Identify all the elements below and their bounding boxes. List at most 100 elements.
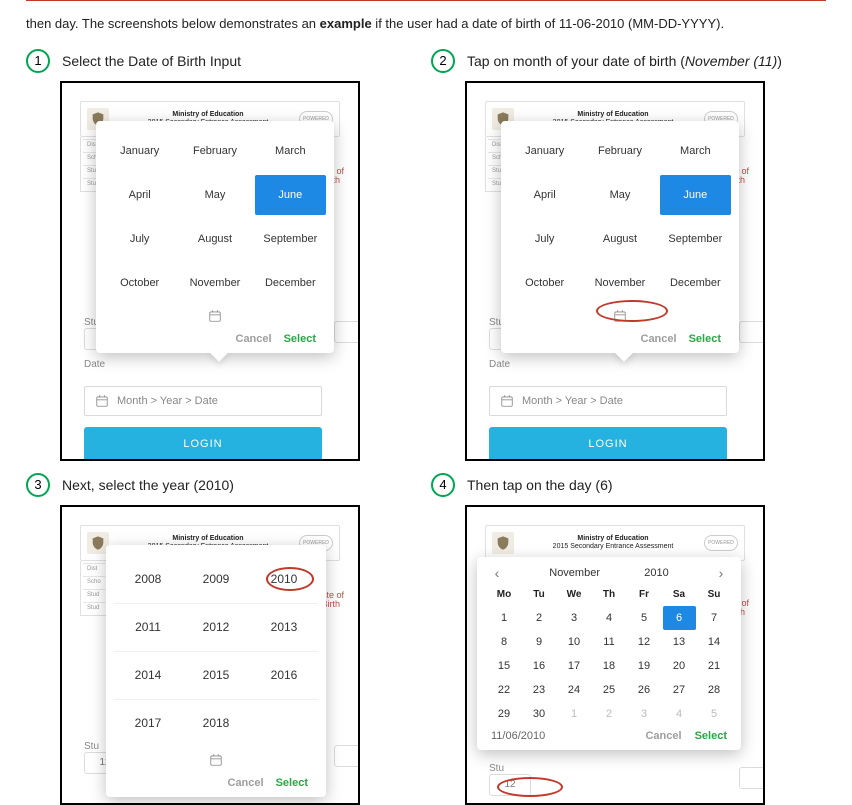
month-option-june[interactable]: June [255,175,326,215]
day-cell[interactable]: 1 [488,606,521,630]
month-option-august[interactable]: August [584,219,655,259]
month-option-january[interactable]: January [104,131,175,171]
cancel-button[interactable]: Cancel [645,730,681,742]
month-option-may[interactable]: May [584,175,655,215]
day-cell[interactable]: 20 [663,654,696,678]
day-cell[interactable]: 14 [698,630,731,654]
day-cell: 2 [593,702,626,726]
month-option-april[interactable]: April [509,175,580,215]
day-cell[interactable]: 6 [663,606,696,630]
calendar-icon [95,394,109,408]
cancel-button[interactable]: Cancel [228,777,264,789]
weekday-header: Su [698,585,731,606]
month-option-december[interactable]: December [255,263,326,303]
month-option-october[interactable]: October [104,263,175,303]
app-header: Ministry of Education2015 Secondary Entr… [485,525,745,561]
next-month-button[interactable]: › [713,565,729,581]
calendar-year-label[interactable]: 2010 [644,567,668,579]
step-number-badge: 4 [431,473,455,497]
day-cell[interactable]: 10 [558,630,591,654]
dob-input[interactable]: Month > Year > Date [489,386,727,416]
select-button[interactable]: Select [689,333,721,345]
cancel-button[interactable]: Cancel [641,333,677,345]
month-option-february[interactable]: February [179,131,250,171]
day-cell[interactable]: 18 [593,654,626,678]
calendar-month-label[interactable]: November [549,567,600,579]
day-cell[interactable]: 25 [593,678,626,702]
month-option-may[interactable]: May [179,175,250,215]
year-option-2009[interactable]: 2009 [182,555,250,603]
day-cell[interactable]: 9 [523,630,556,654]
day-cell[interactable]: 4 [593,606,626,630]
cancel-button[interactable]: Cancel [236,333,272,345]
month-option-july[interactable]: July [104,219,175,259]
month-option-march[interactable]: March [255,131,326,171]
select-button[interactable]: Select [276,777,308,789]
day-cell[interactable]: 17 [558,654,591,678]
day-cell[interactable]: 27 [663,678,696,702]
day-cell[interactable]: 28 [698,678,731,702]
month-option-october[interactable]: October [509,263,580,303]
prev-month-button[interactable]: ‹ [489,565,505,581]
month-option-august[interactable]: August [179,219,250,259]
step-number-badge: 2 [431,49,455,73]
page-top-cutoff [26,0,826,14]
day-cell[interactable]: 29 [488,702,521,726]
weekday-header: Sa [663,585,696,606]
month-option-july[interactable]: July [509,219,580,259]
dob-input[interactable]: Month > Year > Date [84,386,322,416]
month-option-february[interactable]: February [584,131,655,171]
day-cell[interactable]: 12 [628,630,661,654]
day-cell[interactable]: 26 [628,678,661,702]
login-button[interactable]: LOGIN [84,427,322,461]
year-option-2017[interactable]: 2017 [114,699,182,747]
dob-placeholder: Month > Year > Date [117,395,218,407]
month-option-april[interactable]: April [104,175,175,215]
day-cell[interactable]: 19 [628,654,661,678]
intro-suffix: if the user had a date of birth of 11-06… [372,16,724,31]
calendar-icon [500,394,514,408]
month-option-november[interactable]: November [179,263,250,303]
year-option-2010[interactable]: 2010 [250,555,318,603]
select-button[interactable]: Select [695,730,727,742]
day-cell[interactable]: 23 [523,678,556,702]
day-cell[interactable]: 21 [698,654,731,678]
year-option-2014[interactable]: 2014 [114,651,182,699]
day-cell[interactable]: 7 [698,606,731,630]
month-option-january[interactable]: January [509,131,580,171]
year-option-2015[interactable]: 2015 [182,651,250,699]
month-option-march[interactable]: March [660,131,731,171]
month-option-september[interactable]: September [255,219,326,259]
step-2-title: Tap on month of your date of birth (Nove… [467,53,782,69]
step-number-badge: 1 [26,49,50,73]
login-button[interactable]: LOGIN [489,427,727,461]
step-number-badge: 3 [26,473,50,497]
day-cell[interactable]: 5 [628,606,661,630]
year-option-2013[interactable]: 2013 [250,603,318,651]
year-option-2012[interactable]: 2012 [182,603,250,651]
month-option-june[interactable]: June [660,175,731,215]
year-option-2016[interactable]: 2016 [250,651,318,699]
day-cell[interactable]: 15 [488,654,521,678]
step-4: 4 Then tap on the day (6) Ministry of Ed… [431,471,826,805]
step-3: 3 Next, select the year (2010) Ministry … [26,471,421,805]
day-cell[interactable]: 24 [558,678,591,702]
crest-icon [492,532,514,554]
day-cell[interactable]: 2 [523,606,556,630]
calendar-icon [208,309,222,323]
year-option-2011[interactable]: 2011 [114,603,182,651]
month-option-november[interactable]: November [584,263,655,303]
day-cell[interactable]: 3 [558,606,591,630]
day-cell[interactable]: 11 [593,630,626,654]
day-cell[interactable]: 13 [663,630,696,654]
day-cell[interactable]: 22 [488,678,521,702]
year-option-2008[interactable]: 2008 [114,555,182,603]
month-option-september[interactable]: September [660,219,731,259]
year-option-2018[interactable]: 2018 [182,699,250,747]
day-cell[interactable]: 16 [523,654,556,678]
month-option-december[interactable]: December [660,263,731,303]
select-button[interactable]: Select [284,333,316,345]
day-cell[interactable]: 30 [523,702,556,726]
day-cell[interactable]: 8 [488,630,521,654]
selected-date-string: 11/06/2010 [491,730,545,742]
